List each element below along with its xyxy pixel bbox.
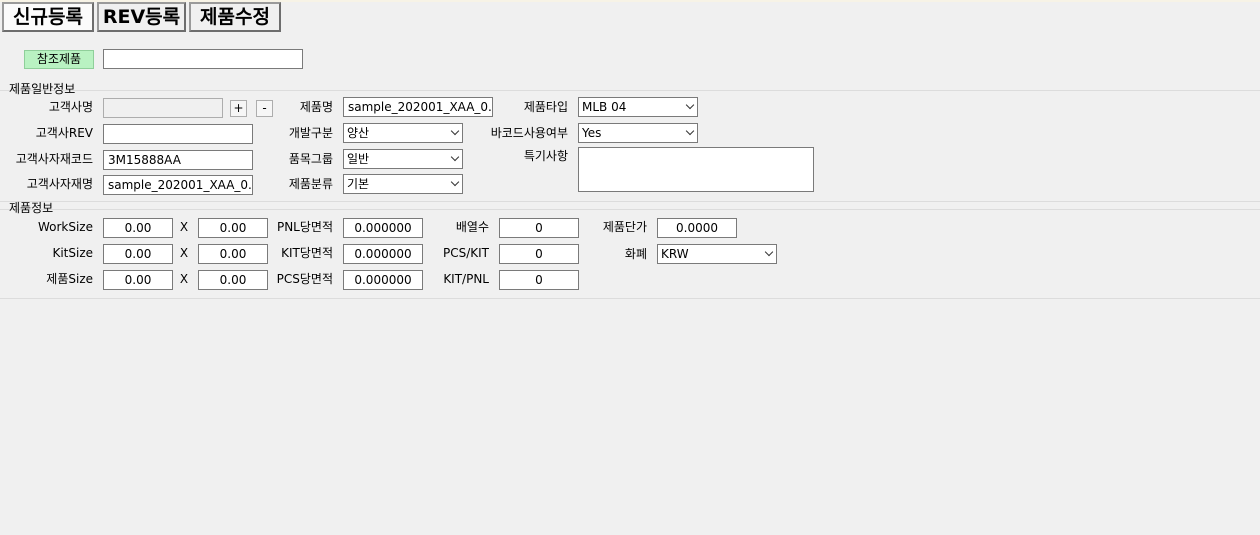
- chevron-down-icon: [450, 126, 460, 136]
- chevron-down-icon: [450, 152, 460, 162]
- product-size-width-field[interactable]: 0.00: [103, 270, 173, 290]
- item-group-select[interactable]: 일반: [343, 149, 463, 169]
- kit-per-pnl-field[interactable]: 0: [499, 270, 579, 290]
- product-type-select[interactable]: MLB 04: [578, 97, 698, 117]
- x-symbol: X: [179, 272, 189, 286]
- add-customer-button[interactable]: +: [230, 100, 247, 117]
- product-class-label: 제품분류: [288, 177, 333, 191]
- dev-type-label: 개발구분: [288, 126, 333, 140]
- array-count-field[interactable]: 0: [499, 218, 579, 238]
- pnl-area-field[interactable]: 0.000000: [343, 218, 423, 238]
- chevron-down-icon: [685, 126, 695, 136]
- currency-value: KRW: [661, 247, 689, 261]
- pnl-area-label: PNL당면적: [276, 220, 333, 234]
- product-name-field[interactable]: sample_202001_XAA_0.1: [343, 97, 493, 117]
- customer-name-field[interactable]: [103, 98, 223, 118]
- array-count-label: 배열수: [455, 220, 489, 234]
- kit-per-pnl-label: KIT/PNL: [443, 272, 489, 286]
- product-size-height-field[interactable]: 0.00: [198, 270, 268, 290]
- kit-size-height-field[interactable]: 0.00: [198, 244, 268, 264]
- pcs-area-label: PCS당면적: [276, 272, 333, 286]
- customer-material-code-label: 고객사자재코드: [15, 152, 93, 166]
- reference-product-button[interactable]: 참조제품: [24, 50, 94, 69]
- chevron-down-icon: [764, 247, 774, 257]
- pcs-per-kit-label: PCS/KIT: [442, 246, 489, 260]
- customer-rev-field[interactable]: [103, 124, 253, 144]
- currency-label: 화폐: [624, 247, 647, 261]
- product-class-value: 기본: [347, 177, 370, 191]
- x-symbol: X: [179, 246, 189, 260]
- tab-new-registration[interactable]: 신규등록: [2, 2, 94, 32]
- kit-area-field[interactable]: 0.000000: [343, 244, 423, 264]
- work-size-label: WorkSize: [37, 220, 93, 234]
- product-class-select[interactable]: 기본: [343, 174, 463, 194]
- customer-material-name-field[interactable]: sample_202001_XAA_0.1: [103, 175, 253, 195]
- work-size-height-field[interactable]: 0.00: [198, 218, 268, 238]
- kit-area-label: KIT당면적: [281, 246, 333, 260]
- x-symbol: X: [179, 220, 189, 234]
- remarks-label: 특기사항: [523, 149, 568, 163]
- currency-select[interactable]: KRW: [657, 244, 777, 264]
- dev-type-value: 양산: [347, 126, 370, 140]
- tab-product-edit[interactable]: 제품수정: [189, 2, 281, 32]
- customer-material-code-field[interactable]: 3M15888AA: [103, 150, 253, 170]
- unit-price-field[interactable]: 0.0000: [657, 218, 737, 238]
- product-name-label: 제품명: [299, 100, 333, 114]
- customer-rev-label: 고객사REV: [35, 126, 93, 140]
- remarks-textarea[interactable]: [578, 147, 814, 192]
- customer-name-label: 고객사명: [48, 100, 93, 114]
- product-type-label: 제품타입: [523, 100, 568, 114]
- chevron-down-icon: [450, 177, 460, 187]
- dev-type-select[interactable]: 양산: [343, 123, 463, 143]
- work-size-width-field[interactable]: 0.00: [103, 218, 173, 238]
- barcode-use-value: Yes: [582, 126, 602, 140]
- product-info-title: 제품정보: [9, 201, 54, 215]
- product-type-value: MLB 04: [582, 100, 627, 114]
- product-size-label: 제품Size: [46, 272, 93, 286]
- unit-price-label: 제품단가: [602, 220, 647, 234]
- pcs-per-kit-field[interactable]: 0: [499, 244, 579, 264]
- kit-size-label: KitSize: [52, 246, 93, 260]
- pcs-area-field[interactable]: 0.000000: [343, 270, 423, 290]
- barcode-use-label: 바코드사용여부: [490, 126, 568, 140]
- barcode-use-select[interactable]: Yes: [578, 123, 698, 143]
- customer-material-name-label: 고객사자재명: [26, 177, 93, 191]
- item-group-label: 품목그룹: [288, 152, 333, 166]
- general-info-title: 제품일반정보: [9, 82, 76, 96]
- reference-product-input[interactable]: [103, 49, 303, 69]
- chevron-down-icon: [685, 100, 695, 110]
- item-group-value: 일반: [347, 152, 370, 166]
- tab-rev-registration[interactable]: REV등록: [97, 2, 186, 32]
- kit-size-width-field[interactable]: 0.00: [103, 244, 173, 264]
